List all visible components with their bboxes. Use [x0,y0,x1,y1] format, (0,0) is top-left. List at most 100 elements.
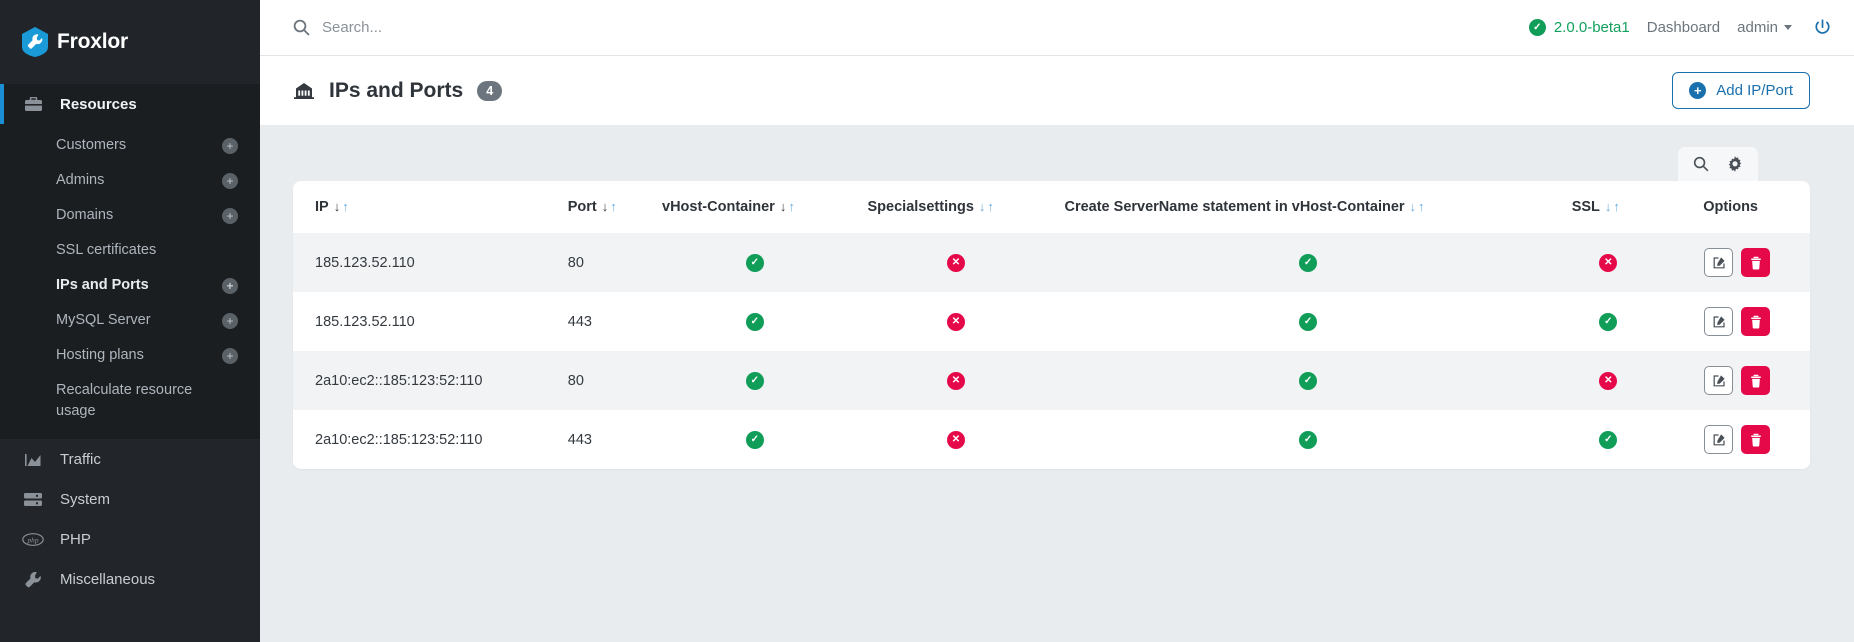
add-customer-plus-icon[interactable]: + [222,138,238,154]
sidebar-item-php[interactable]: php PHP [0,519,260,559]
sort-arrows-icon[interactable]: ↓↑ [780,199,797,214]
times-circle-icon: ✕ [947,431,965,449]
cell-ssl: ✓ [1562,410,1655,469]
version-label: 2.0.0-beta1 [1554,19,1630,36]
check-circle-icon: ✓ [746,254,764,272]
sidebar-item-mysql-server[interactable]: MySQL Server + [0,303,260,338]
user-menu[interactable]: admin [1737,19,1792,36]
check-circle-icon: ✓ [1299,372,1317,390]
times-circle-icon: ✕ [947,372,965,390]
sidebar-item-ssl-certificates[interactable]: SSL certificates [0,233,260,268]
page-title-text: IPs and Ports [329,79,463,103]
edit-pen-icon-button[interactable] [1704,425,1733,454]
cell-specialsettings: ✕ [858,351,1055,410]
table-tools-row [293,125,1810,181]
table-body: 185.123.52.110 80 ✓ ✕ ✓ [293,233,1810,469]
table-settings-gear-icon[interactable] [1727,156,1743,172]
sidebar-item-traffic[interactable]: Traffic [0,439,260,479]
column-header-label: Specialsettings [868,199,974,215]
column-header-ssl[interactable]: SSL ↓↑ [1562,181,1655,233]
sort-asc-icon[interactable]: ↑ [1418,199,1427,214]
sort-asc-icon[interactable]: ↑ [342,199,351,214]
edit-pen-icon-button[interactable] [1704,248,1733,277]
edit-pen-icon-button[interactable] [1704,366,1733,395]
sort-desc-icon[interactable]: ↓ [1410,199,1419,214]
dashboard-link[interactable]: Dashboard [1647,19,1720,36]
row-actions [1665,307,1770,336]
add-mysql-server-plus-icon[interactable]: + [222,313,238,329]
chart-area-icon [22,450,44,468]
php-icon: php [22,530,44,548]
table-tools [1678,147,1758,181]
trash-icon-button[interactable] [1741,366,1770,395]
table-row: 2a10:ec2::185:123:52:110 80 ✓ ✕ ✓ [293,351,1810,410]
trash-icon-button[interactable] [1741,425,1770,454]
check-circle-icon: ✓ [1299,313,1317,331]
add-hosting-plan-plus-icon[interactable]: + [222,348,238,364]
check-circle-icon: ✓ [746,372,764,390]
column-header-vhost-container[interactable]: vHost-Container↓↑ [652,181,858,233]
cell-vhost-container: ✓ [652,410,858,469]
cell-create-servername: ✓ [1054,233,1561,292]
trash-icon-button[interactable] [1741,307,1770,336]
cell-port: 80 [558,351,652,410]
sort-arrows-icon[interactable]: ↓↑ [979,199,996,214]
sort-asc-icon[interactable]: ↑ [1613,199,1622,214]
table-row: 2a10:ec2::185:123:52:110 443 ✓ ✕ ✓ [293,410,1810,469]
add-admin-plus-icon[interactable]: + [222,173,238,189]
sidebar-item-hosting-plans[interactable]: Hosting plans + [0,338,260,373]
edit-pen-icon-button[interactable] [1704,307,1733,336]
cell-options [1655,410,1810,469]
sort-arrows-icon[interactable]: ↓↑ [1410,199,1427,214]
sidebar-item-customers[interactable]: Customers + [0,128,260,163]
times-circle-icon: ✕ [1599,372,1617,390]
table-search-icon[interactable] [1693,156,1709,172]
table-header-row: IP↓↑ Port↓↑ vHost-Container↓↑ Specialset… [293,181,1810,233]
chevron-down-icon [1784,25,1792,30]
main-area: ✓ 2.0.0-beta1 Dashboard admin [260,0,1854,642]
column-header-port[interactable]: Port↓↑ [558,181,652,233]
sort-asc-icon[interactable]: ↑ [788,199,797,214]
column-header-ip[interactable]: IP↓↑ [293,181,558,233]
add-ip-port-button[interactable]: + Add IP/Port [1672,72,1810,109]
column-header-label: SSL [1572,199,1600,215]
sidebar-item-system[interactable]: System [0,479,260,519]
column-header-label: Create ServerName statement in vHost-Con… [1064,199,1404,215]
global-search[interactable] [293,19,1529,36]
sidebar-item-miscellaneous[interactable]: Miscellaneous [0,559,260,599]
cell-vhost-container: ✓ [652,292,858,351]
sidebar: Froxlor Resources Customers + [0,0,260,642]
version-indicator: ✓ 2.0.0-beta1 [1529,19,1630,36]
sort-desc-icon[interactable]: ↓ [334,199,343,214]
cell-create-servername: ✓ [1054,292,1561,351]
sort-arrows-icon[interactable]: ↓↑ [334,199,351,214]
trash-icon-button[interactable] [1741,248,1770,277]
svg-text:php: php [26,535,38,544]
add-domain-plus-icon[interactable]: + [222,208,238,224]
sidebar-subitem-label: SSL certificates [56,240,156,261]
column-header-specialsettings[interactable]: Specialsettings ↓↑ [858,181,1055,233]
sidebar-item-label: PHP [60,531,91,548]
sort-desc-icon[interactable]: ↓ [602,199,611,214]
sidebar-item-ips-and-ports[interactable]: IPs and Ports + [0,268,260,303]
sort-arrows-icon[interactable]: ↓↑ [602,199,619,214]
sort-arrows-icon[interactable]: ↓↑ [1605,199,1622,214]
column-header-label: Options [1703,199,1758,215]
sidebar-item-label: Traffic [60,451,101,468]
sort-asc-icon[interactable]: ↑ [610,199,619,214]
add-ip-port-plus-icon[interactable]: + [222,278,238,294]
power-icon[interactable] [1813,18,1832,37]
check-circle-icon: ✓ [1299,254,1317,272]
sort-asc-icon[interactable]: ↑ [987,199,996,214]
column-header-create-servername[interactable]: Create ServerName statement in vHost-Con… [1054,181,1561,233]
sidebar-subgroup-resources: Customers + Admins + Domains + SSL certi… [0,124,260,439]
sidebar-nav: Resources Customers + Admins + Domains +… [0,84,260,599]
search-input[interactable] [322,19,722,36]
brand[interactable]: Froxlor [0,0,260,84]
sidebar-item-domains[interactable]: Domains + [0,198,260,233]
sidebar-item-admins[interactable]: Admins + [0,163,260,198]
times-circle-icon: ✕ [1599,254,1617,272]
sidebar-item-recalculate-resource-usage[interactable]: Recalculate resource usage [0,373,260,429]
sidebar-item-resources[interactable]: Resources [0,84,260,124]
times-circle-icon: ✕ [947,313,965,331]
